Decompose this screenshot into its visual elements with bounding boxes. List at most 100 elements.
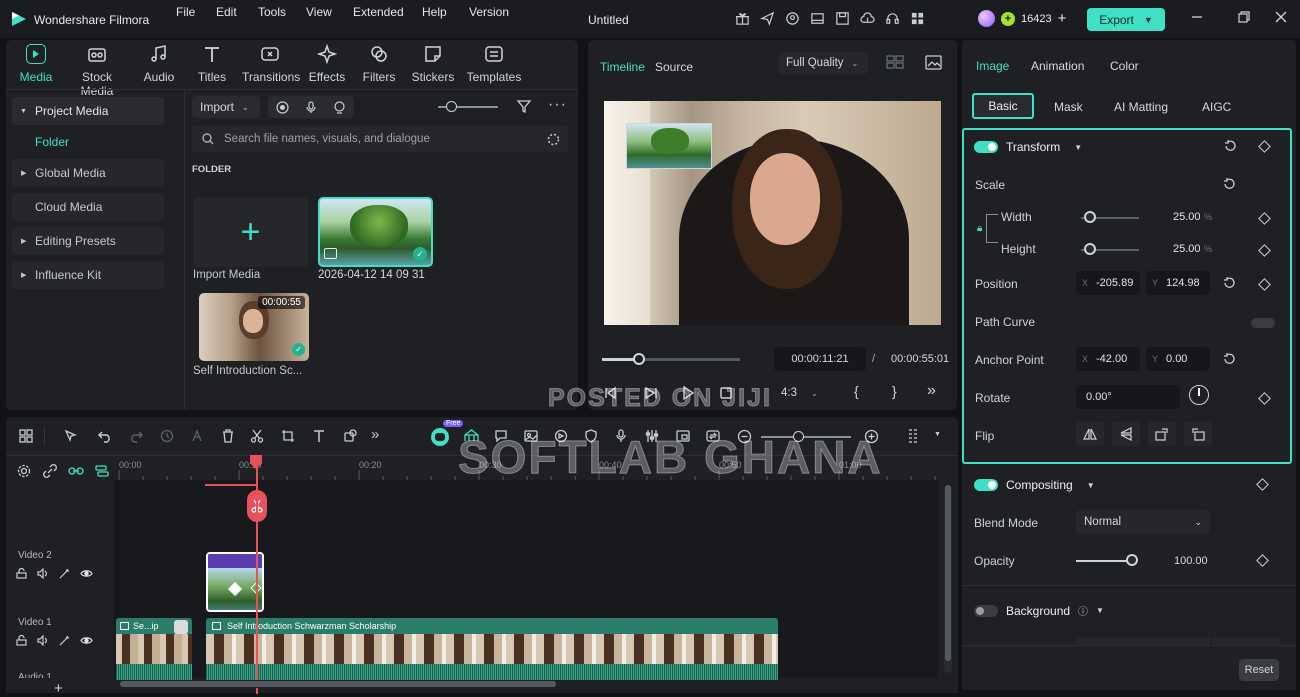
close-icon[interactable] [1274, 10, 1288, 24]
caret-down-icon[interactable]: ▼ [1074, 143, 1082, 152]
rotate-left-button[interactable] [1184, 422, 1212, 446]
media-thumb-video[interactable]: 00:00:55 ✓ [199, 293, 309, 361]
tab-color[interactable]: Color [1110, 59, 1139, 73]
apply-all-button[interactable] [1212, 637, 1280, 645]
keyframe-diamond-icon[interactable] [1258, 212, 1271, 225]
save-icon[interactable] [835, 11, 850, 26]
width-value[interactable]: 25.00 [1173, 211, 1201, 223]
more-tools-icon[interactable]: » [371, 426, 379, 443]
snapshot-icon[interactable] [925, 55, 942, 70]
position-x-field[interactable]: X -205.89 [1076, 271, 1140, 295]
select-pointer-icon[interactable] [61, 426, 81, 446]
blend-mode-dropdown[interactable]: Normal ⌄ [1076, 510, 1210, 534]
restore-icon[interactable] [1237, 10, 1251, 24]
reset-button[interactable]: Reset [1239, 659, 1279, 681]
chevron-down-icon[interactable]: ▼ [1144, 15, 1153, 25]
sidebar-item-project-media[interactable]: ▼ Project Media [12, 97, 164, 125]
ai-text-icon[interactable] [188, 426, 208, 446]
track-manager-icon[interactable] [92, 461, 112, 481]
gift-icon[interactable] [735, 11, 750, 26]
tab-filters[interactable]: Filters [354, 44, 404, 84]
ai-refine-icon[interactable] [157, 426, 177, 446]
mark-in-icon[interactable]: { [854, 383, 859, 399]
import-media-tile[interactable]: + [193, 197, 308, 267]
magic-wand-icon[interactable] [59, 635, 70, 646]
pip-image-overlay[interactable] [626, 123, 712, 169]
caret-down-icon[interactable]: ▼ [1087, 481, 1095, 490]
menu-help[interactable]: Help [422, 5, 447, 19]
search-placeholder[interactable]: Search file names, visuals, and dialogue [224, 133, 430, 145]
tab-titles[interactable]: Titles [187, 44, 237, 84]
settings-gear-icon[interactable] [14, 461, 34, 481]
keyframe-diamond-icon[interactable] [1258, 244, 1271, 257]
width-slider-knob[interactable] [1084, 211, 1096, 223]
more-options-icon[interactable]: ··· [548, 96, 567, 114]
quality-dropdown[interactable]: Full Quality ⌄ [778, 52, 868, 74]
community-icon[interactable] [785, 11, 800, 26]
speaker-icon[interactable] [37, 635, 49, 646]
apps-grid-icon[interactable] [910, 11, 925, 26]
sidebar-item-global-media[interactable]: ▶ Global Media [12, 159, 164, 187]
headset-icon[interactable] [885, 11, 900, 26]
background-toggle[interactable] [974, 604, 998, 617]
position-y-field[interactable]: Y 124.98 [1146, 271, 1210, 295]
slider-knob[interactable] [446, 101, 457, 112]
opacity-value[interactable]: 100.00 [1174, 555, 1208, 567]
menu-file[interactable]: File [176, 5, 195, 19]
transform-toggle[interactable] [974, 141, 998, 153]
reset-transform-icon[interactable] [1223, 139, 1237, 153]
add-track-icon[interactable]: + [54, 680, 63, 697]
flip-vertical-button[interactable] [1112, 422, 1140, 446]
anchor-y-field[interactable]: Y 0.00 [1146, 347, 1210, 371]
scrollbar-thumb[interactable] [945, 485, 951, 661]
crop-icon[interactable] [278, 426, 298, 446]
tab-effects[interactable]: Effects [302, 44, 352, 84]
subtab-aigc[interactable]: AIGC [1202, 100, 1231, 114]
ai-assistant-icon[interactable] [431, 428, 449, 446]
microphone-icon[interactable] [305, 100, 317, 114]
flip-horizontal-button[interactable] [1076, 422, 1104, 446]
grid-view-icon[interactable] [886, 55, 904, 69]
tab-templates[interactable]: Templates [463, 44, 525, 84]
reset-position-icon[interactable] [1222, 276, 1236, 290]
caret-down-icon[interactable]: ▼ [934, 431, 941, 438]
magic-wand-icon[interactable] [59, 568, 70, 579]
layout-grid-icon[interactable] [16, 426, 36, 446]
delete-icon[interactable] [218, 426, 238, 446]
lock-icon[interactable] [16, 568, 27, 579]
opacity-slider-knob[interactable] [1126, 554, 1138, 566]
preview-canvas[interactable] [604, 101, 941, 325]
menu-version[interactable]: Version [469, 5, 509, 19]
reset-scale-icon[interactable] [1222, 177, 1236, 191]
redo-icon[interactable] [126, 426, 146, 446]
more-chevrons-icon[interactable]: » [927, 382, 936, 400]
anchor-x-field[interactable]: X -42.00 [1076, 347, 1140, 371]
subtab-basic[interactable]: Basic [972, 93, 1034, 119]
rotate-dial[interactable] [1189, 385, 1209, 405]
scrollbar-thumb[interactable] [120, 681, 556, 687]
add-credits-icon[interactable]: + [1058, 10, 1067, 27]
background-type-dropdown[interactable] [1076, 637, 1210, 645]
help-icon[interactable]: ⓘ [1078, 603, 1088, 618]
export-button[interactable]: Export ▼ [1087, 8, 1165, 31]
keyframe-diamond-icon[interactable] [1258, 392, 1271, 405]
minimize-icon[interactable] [1190, 10, 1204, 24]
lock-icon[interactable]: 🔒︎ [977, 223, 982, 234]
cloud-upload-icon[interactable] [860, 11, 875, 26]
eye-icon[interactable] [80, 635, 93, 646]
tab-source[interactable]: Source [655, 60, 693, 74]
import-dropdown[interactable]: Import ⌄ [192, 96, 260, 118]
undo-icon[interactable] [95, 426, 115, 446]
menu-extended[interactable]: Extended [353, 5, 404, 19]
lock-icon[interactable] [16, 635, 27, 646]
caret-down-icon[interactable]: ▼ [1096, 606, 1104, 615]
clip-video-1b[interactable]: Self Introduction Schwarzman Scholarship [206, 618, 778, 682]
sidebar-item-cloud-media[interactable]: Cloud Media [12, 193, 164, 221]
sidebar-item-folder[interactable]: Folder [12, 125, 164, 159]
horizontal-scrollbar[interactable] [114, 680, 940, 688]
path-curve-toggle[interactable] [1251, 318, 1275, 328]
menu-tools[interactable]: Tools [258, 5, 286, 19]
tab-image[interactable]: Image [976, 59, 1009, 73]
sidebar-item-influence-kit[interactable]: ▶ Influence Kit [12, 261, 164, 289]
subtab-ai-matting[interactable]: AI Matting [1114, 100, 1168, 114]
